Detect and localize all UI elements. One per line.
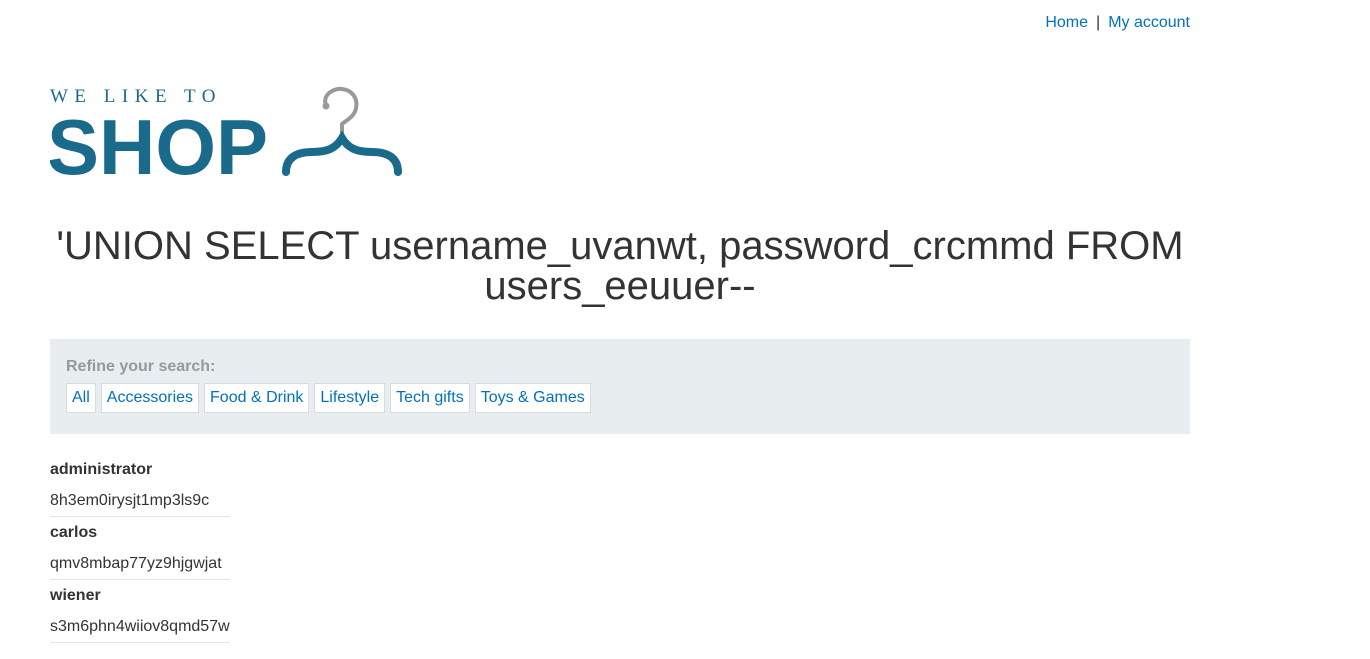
category-accessories[interactable]: Accessories — [100, 383, 200, 413]
category-lifestyle[interactable]: Lifestyle — [314, 383, 386, 413]
result-username: administrator — [50, 461, 153, 478]
filter-panel: Refine your search: All Accessories Food… — [50, 339, 1190, 434]
category-food-drink[interactable]: Food & Drink — [204, 383, 310, 413]
category-toys-games[interactable]: Toys & Games — [474, 383, 591, 413]
result-username: carlos — [50, 524, 98, 541]
we-like-to-shop-logo-graphic: WE LIKE TO SHOP — [50, 86, 402, 176]
my-account-link[interactable]: My account — [1108, 14, 1190, 31]
nav-separator: | — [1096, 14, 1101, 31]
result-password: 8h3em0irysjt1mp3ls9c — [50, 492, 210, 509]
logo-word: SHOP — [50, 103, 268, 176]
result-row: wiener s3m6phn4wiiov8qmd57w — [50, 580, 230, 643]
result-row: carlos qmv8mbap77yz9hjgwjat — [50, 517, 230, 580]
category-filter-list: All Accessories Food & Drink Lifestyle T… — [66, 383, 1174, 413]
category-tech-gifts[interactable]: Tech gifts — [390, 383, 470, 413]
category-all[interactable]: All — [66, 383, 96, 413]
shop-logo[interactable]: WE LIKE TO SHOP — [50, 86, 402, 176]
filter-label: Refine your search: — [66, 358, 216, 375]
hanger-body-icon — [282, 130, 402, 176]
result-row: administrator 8h3em0irysjt1mp3ls9c — [50, 454, 230, 517]
result-password: s3m6phn4wiiov8qmd57w — [50, 618, 230, 635]
result-password: qmv8mbap77yz9hjgwjat — [50, 555, 222, 572]
search-title: 'UNION SELECT username_uvanwt, password_… — [56, 224, 1184, 308]
top-navigation: Home | My account — [1045, 14, 1190, 32]
results-list: administrator 8h3em0irysjt1mp3ls9c carlo… — [50, 454, 230, 643]
home-link[interactable]: Home — [1045, 14, 1088, 31]
hanger-hook-icon — [323, 86, 359, 134]
result-username: wiener — [50, 587, 101, 604]
